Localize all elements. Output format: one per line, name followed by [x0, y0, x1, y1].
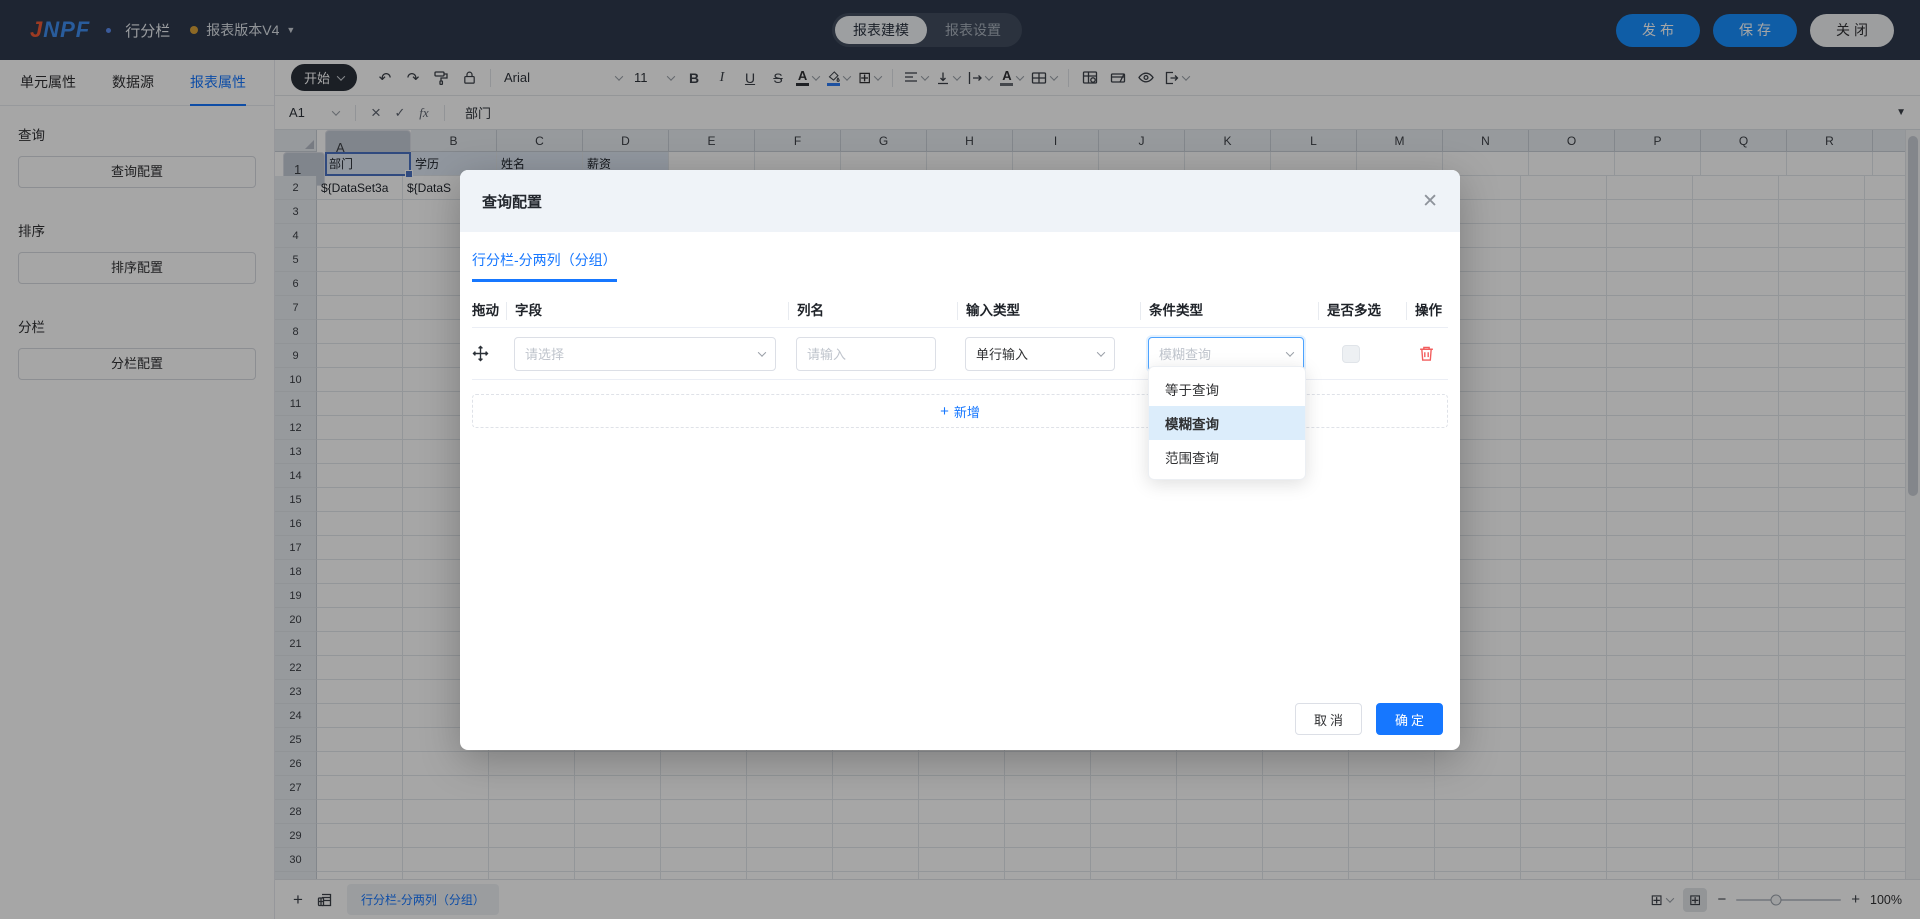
- column-name-input[interactable]: 请输入: [796, 337, 936, 371]
- col-header-drag: 拖动: [472, 302, 506, 320]
- dropdown-option-等于查询[interactable]: 等于查询: [1149, 372, 1305, 406]
- query-config-modal: 查询配置 ✕ 行分栏-分两列（分组） 拖动 字段 列名 输入类型 条件类型 是否…: [460, 170, 1460, 750]
- col-header-condition-type: 条件类型: [1140, 302, 1318, 320]
- cancel-button[interactable]: 取消: [1295, 703, 1362, 735]
- add-row-label: 新增: [954, 402, 980, 421]
- modal-header: 查询配置 ✕: [460, 170, 1460, 232]
- drag-handle-icon[interactable]: [472, 345, 506, 362]
- dropdown-option-范围查询[interactable]: 范围查询: [1149, 440, 1305, 474]
- field-select[interactable]: 请选择: [514, 337, 776, 371]
- input-type-value: 单行输入: [976, 344, 1028, 363]
- confirm-button[interactable]: 确定: [1376, 703, 1443, 735]
- delete-row-icon[interactable]: [1418, 345, 1448, 362]
- modal-body: 行分栏-分两列（分组） 拖动 字段 列名 输入类型 条件类型 是否多选 操作 请…: [460, 232, 1460, 703]
- field-select-placeholder: 请选择: [525, 344, 564, 363]
- multi-select-checkbox[interactable]: [1342, 345, 1360, 363]
- col-header-input-type: 输入类型: [957, 302, 1140, 320]
- condition-type-placeholder: 模糊查询: [1159, 344, 1211, 363]
- close-icon[interactable]: ✕: [1422, 192, 1438, 211]
- col-header-actions: 操作: [1406, 302, 1448, 320]
- chevron-down-icon: [758, 348, 766, 356]
- modal-footer: 取消 确定: [460, 703, 1460, 750]
- input-type-select[interactable]: 单行输入: [965, 337, 1115, 371]
- plus-icon: +: [940, 403, 949, 420]
- config-table-header: 拖动 字段 列名 输入类型 条件类型 是否多选 操作: [472, 294, 1448, 328]
- chevron-down-icon: [1286, 348, 1294, 356]
- col-header-column-name: 列名: [788, 302, 957, 320]
- modal-sheet-tab[interactable]: 行分栏-分两列（分组）: [472, 250, 617, 282]
- column-name-placeholder: 请输入: [807, 344, 846, 363]
- dropdown-option-模糊查询[interactable]: 模糊查询: [1149, 406, 1305, 440]
- condition-type-dropdown: 等于查询模糊查询范围查询: [1148, 366, 1306, 480]
- col-header-multi-select: 是否多选: [1318, 302, 1406, 320]
- col-header-field: 字段: [506, 302, 788, 320]
- chevron-down-icon: [1097, 348, 1105, 356]
- modal-title: 查询配置: [482, 191, 542, 212]
